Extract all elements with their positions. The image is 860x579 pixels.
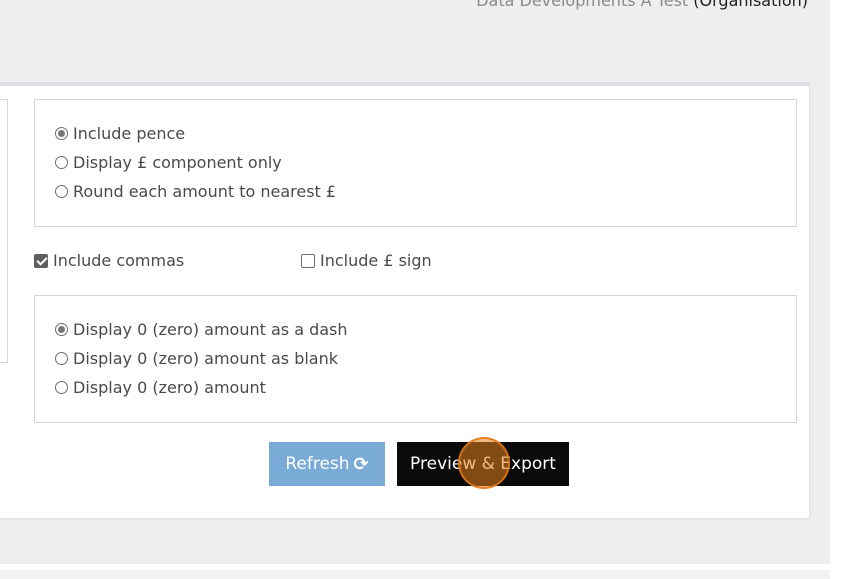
radio-pound-component-only[interactable]: Display £ component only <box>55 153 282 172</box>
radio-include-pence[interactable]: Include pence <box>55 124 185 143</box>
checkbox-include-commas[interactable]: Include commas <box>34 251 184 270</box>
radio-button[interactable] <box>55 127 68 140</box>
radio-zero-as-blank[interactable]: Display 0 (zero) amount as blank <box>55 349 338 368</box>
organisation-label: Data Developments A Test (Organisation) <box>476 0 808 10</box>
pence-options-group: Include pence Display £ component only R… <box>34 99 797 227</box>
radio-label: Display 0 (zero) amount <box>73 378 266 397</box>
checkbox-label: Include commas <box>53 251 185 270</box>
radio-label: Display 0 (zero) amount as a dash <box>73 320 348 339</box>
preview-export-button[interactable]: Preview & Export <box>397 442 569 486</box>
checkbox-label: Include £ sign <box>320 251 432 270</box>
radio-label: Include pence <box>73 124 186 143</box>
radio-button[interactable] <box>55 323 68 336</box>
radio-button[interactable] <box>55 156 68 169</box>
refresh-icon: ⟳ <box>353 453 369 475</box>
refresh-button-label: Refresh <box>285 454 350 474</box>
radio-round-nearest-pound[interactable]: Round each amount to nearest £ <box>55 182 336 201</box>
preview-export-label: Preview & Export <box>410 454 556 474</box>
radio-button[interactable] <box>55 381 68 394</box>
radio-button[interactable] <box>55 185 68 198</box>
checkbox[interactable] <box>301 253 315 268</box>
refresh-button[interactable]: Refresh ⟳ <box>269 442 385 486</box>
organisation-name: Data Developments A Test <box>476 0 689 10</box>
radio-label: Display £ component only <box>73 153 282 172</box>
checkbox-include-pound-sign[interactable]: Include £ sign <box>301 251 432 270</box>
radio-label: Round each amount to nearest £ <box>73 182 337 201</box>
radio-zero-as-dash[interactable]: Display 0 (zero) amount as a dash <box>55 320 348 339</box>
radio-label: Display 0 (zero) amount as blank <box>73 349 339 368</box>
radio-zero-amount[interactable]: Display 0 (zero) amount <box>55 378 266 397</box>
radio-button[interactable] <box>55 352 68 365</box>
footer-strip <box>0 570 830 579</box>
left-options-panel-edge <box>0 99 8 363</box>
zero-amount-options-group: Display 0 (zero) amount as a dash Displa… <box>34 295 797 423</box>
organisation-type: (Organisation) <box>693 0 808 10</box>
window-edge <box>830 0 860 579</box>
checkbox[interactable] <box>34 253 48 268</box>
